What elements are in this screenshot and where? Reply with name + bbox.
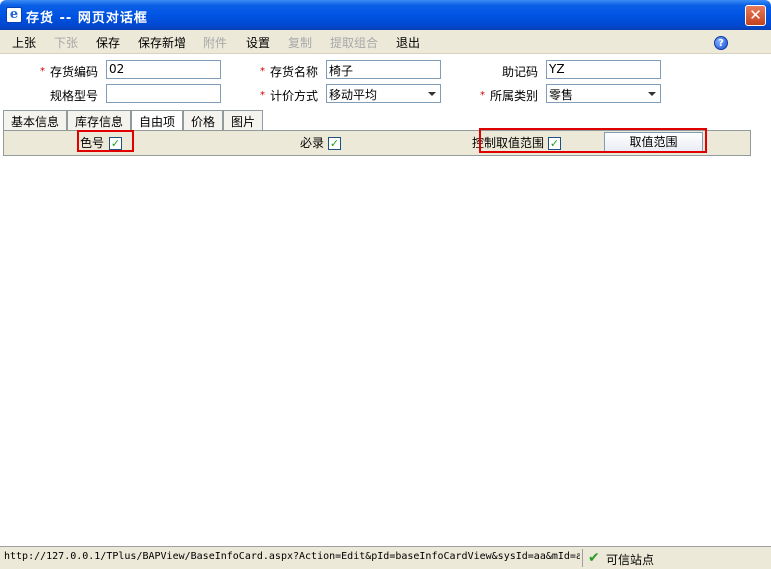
chevron-down-icon	[648, 92, 656, 96]
save-and-new-button[interactable]: 保存新增	[138, 34, 186, 51]
pricing-value: 移动平均	[329, 88, 378, 102]
toolbar: 上张 下张 保存 保存新增 附件 设置 复制 提取组合 退出	[0, 30, 771, 54]
help-icon[interactable]: ?	[714, 36, 728, 50]
close-button[interactable]: ✕	[745, 5, 766, 26]
extract-combo-button[interactable]: 提取组合	[330, 34, 378, 51]
chevron-down-icon	[428, 92, 436, 96]
status-url: http://127.0.0.1/TPlus/BAPView/BaseInfoC…	[4, 551, 580, 562]
save-button[interactable]: 保存	[96, 34, 120, 51]
attachment-button[interactable]: 附件	[203, 34, 227, 51]
required-mark: *	[480, 90, 485, 101]
spec-field[interactable]	[106, 84, 221, 103]
trusted-site-label: 可信站点	[606, 553, 655, 567]
exit-button[interactable]: 退出	[396, 34, 420, 51]
dialog-window: e 存货 -- 网页对话框 ✕ 上张 下张 保存 保存新增 附件 设置 复制 提…	[0, 0, 771, 569]
settings-button[interactable]: 设置	[246, 34, 270, 51]
next-record-button[interactable]: 下张	[54, 34, 78, 51]
required-mark: *	[260, 90, 265, 101]
mnemonic-field[interactable]: YZ	[546, 60, 661, 79]
category-select[interactable]: 零售	[546, 84, 661, 103]
pricing-select[interactable]: 移动平均	[326, 84, 441, 103]
trusted-site-icon: ✔	[588, 550, 600, 566]
category-value: 零售	[549, 88, 574, 102]
prev-record-button[interactable]: 上张	[12, 34, 36, 51]
copy-button[interactable]: 复制	[288, 34, 312, 51]
code-field[interactable]: 02	[106, 60, 221, 79]
tab-price[interactable]: 价格	[183, 110, 223, 130]
required-label: 必录	[300, 136, 325, 150]
highlight-box-color	[77, 130, 134, 152]
name-label: 存货名称	[270, 65, 319, 79]
pricing-label: 计价方式	[270, 89, 319, 103]
mnemonic-label: 助记码	[502, 65, 539, 79]
tab-basic-info[interactable]: 基本信息	[3, 110, 67, 130]
required-mark: *	[40, 66, 45, 77]
required-mark: *	[260, 66, 265, 77]
code-label: 存货编码	[50, 65, 99, 79]
status-divider	[582, 549, 583, 567]
tab-strip: 基本信息 库存信息 自由项 价格 图片	[0, 110, 771, 131]
title-bar[interactable]: e 存货 -- 网页对话框 ✕	[0, 0, 771, 30]
window-title: 存货 -- 网页对话框	[26, 11, 148, 26]
spec-label: 规格型号	[50, 89, 99, 103]
required-checkbox[interactable]: ✓	[328, 137, 341, 150]
tab-stock-info[interactable]: 库存信息	[67, 110, 131, 130]
status-bar: http://127.0.0.1/TPlus/BAPView/BaseInfoC…	[0, 546, 771, 569]
ie-app-icon: e	[6, 7, 22, 23]
tab-free-items[interactable]: 自由项	[131, 110, 183, 131]
tab-image[interactable]: 图片	[223, 110, 263, 130]
highlight-box-range	[479, 128, 707, 153]
category-label: 所属类别	[490, 89, 539, 103]
name-field[interactable]: 椅子	[326, 60, 441, 79]
